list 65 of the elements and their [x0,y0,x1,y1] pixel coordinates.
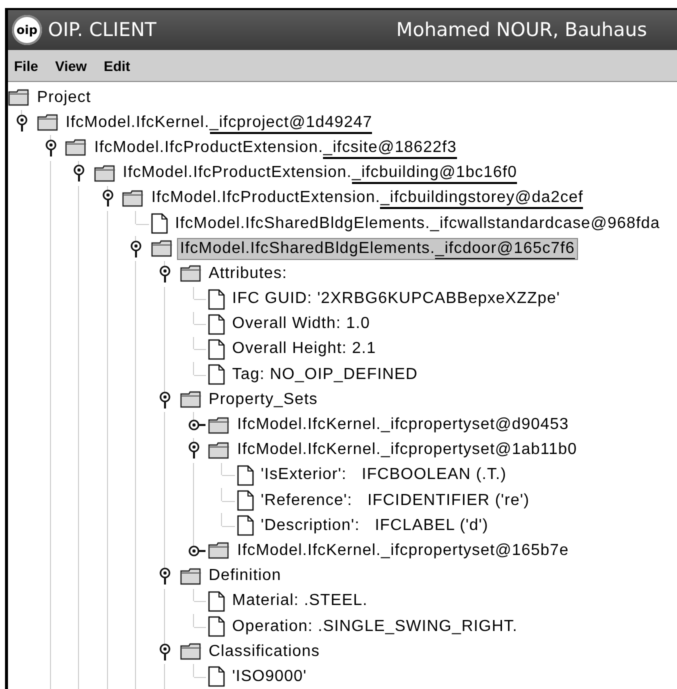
tree-node-label[interactable]: 'Reference': IFCIDENTIFIER ('re') [258,490,532,511]
tree-node-label[interactable]: IFC GUID: '2XRBG6KUPCABBepxeXZZpe' [230,289,562,310]
expanded-handle-icon[interactable] [16,114,28,132]
user-name: Mohamed NOUR, Bauhaus [396,19,647,41]
tree-node-label[interactable]: IfcModel.IfcKernel._ifcpropertyset@165b7e [235,540,571,561]
expanded-handle-icon[interactable] [188,441,200,460]
document-icon [236,464,254,486]
document-icon [208,616,226,638]
folder-icon [94,164,116,182]
tree-node-label[interactable]: 'Description': IFCLABEL ('d') [258,516,490,536]
tree-node-label[interactable]: Property_Sets [206,390,320,410]
folder-icon [180,568,202,585]
folder-icon [36,114,59,132]
document-icon [208,666,226,688]
tree-node-label[interactable]: 'IsExterior': IFCBOOLEAN (.T.) [258,465,509,486]
document-icon [236,515,254,536]
expanded-handle-icon[interactable] [158,642,171,661]
tree-node-label[interactable]: IfcModel.IfcSharedBldgElements._ifcdoor@165c7f6 [178,238,577,259]
tree-node-label[interactable]: IfcModel.IfcProductExtension._ifcbuilding@1bc16f0 [120,163,520,184]
collapsed-handle-icon[interactable] [188,544,206,557]
tree-node-label[interactable]: Overall Height: 2.1 [230,339,378,360]
tree-node-label[interactable]: Material: .STEEL. [230,591,370,612]
tree-node-label[interactable]: Operation: .SINGLE_SWING_RIGHT. [230,616,520,637]
expanded-handle-icon[interactable] [130,240,142,258]
document-icon [208,364,226,386]
menu-item[interactable]: Edit [104,58,130,74]
folder-icon [122,190,144,207]
menu-item[interactable]: View [55,58,87,74]
expanded-handle-icon[interactable] [73,164,86,182]
tree-node-label[interactable]: Overall Width: 1.0 [230,314,372,334]
tree-node-label[interactable]: IfcModel.IfcKernel._ifcpropertyset@d90453 [235,415,571,436]
folder-icon [208,442,230,459]
tree-node-label[interactable]: IfcModel.IfcProductExtension._ifcsite@18622f3 [92,138,459,158]
folder-icon [150,240,173,258]
expanded-handle-icon[interactable] [44,138,57,157]
app-logo: oip [12,15,42,45]
folder-icon [180,391,202,408]
document-icon [208,314,226,335]
tree-node-label[interactable]: Attributes: [206,264,290,284]
expanded-handle-icon[interactable] [158,264,171,283]
collapsed-handle-icon[interactable] [188,419,206,432]
folder-icon [65,139,88,156]
tree-node-label[interactable]: Tag: NO_OIP_DEFINED [230,364,420,385]
tree-node-label[interactable]: Definition [206,566,284,586]
menu-item[interactable]: File [14,58,38,74]
window-title: OIP. CLIENT [48,19,156,41]
expanded-handle-icon[interactable] [158,390,171,409]
folder-icon [180,265,202,282]
tree-node-label[interactable]: Classifications [206,642,322,662]
tree-node-label[interactable]: 'ISO9000' [230,666,309,687]
folder-icon [208,542,230,560]
tree-node-label[interactable]: IfcModel.IfcKernel._ifcpropertyset@1ab11b0 [235,440,580,460]
tree-node-label[interactable]: IfcModel.IfcProductExtension._ifcbuildingstorey@da2cef [149,188,586,208]
document-icon [208,338,226,360]
document-icon [150,213,168,234]
folder-icon [208,416,230,434]
folder-icon [180,643,202,660]
tree-node-label[interactable]: Project [35,88,93,108]
tree-node-label[interactable]: IfcModel.IfcKernel._ifcproject@1d49247 [64,112,374,133]
document-icon [236,490,254,512]
expanded-handle-icon[interactable] [158,567,171,586]
document-icon [208,288,226,310]
expanded-handle-icon[interactable] [102,189,114,208]
tree-node-label[interactable]: IfcModel.IfcSharedBldgElements._ifcwallstandardcase@968fda [172,214,662,234]
document-icon [208,590,226,612]
